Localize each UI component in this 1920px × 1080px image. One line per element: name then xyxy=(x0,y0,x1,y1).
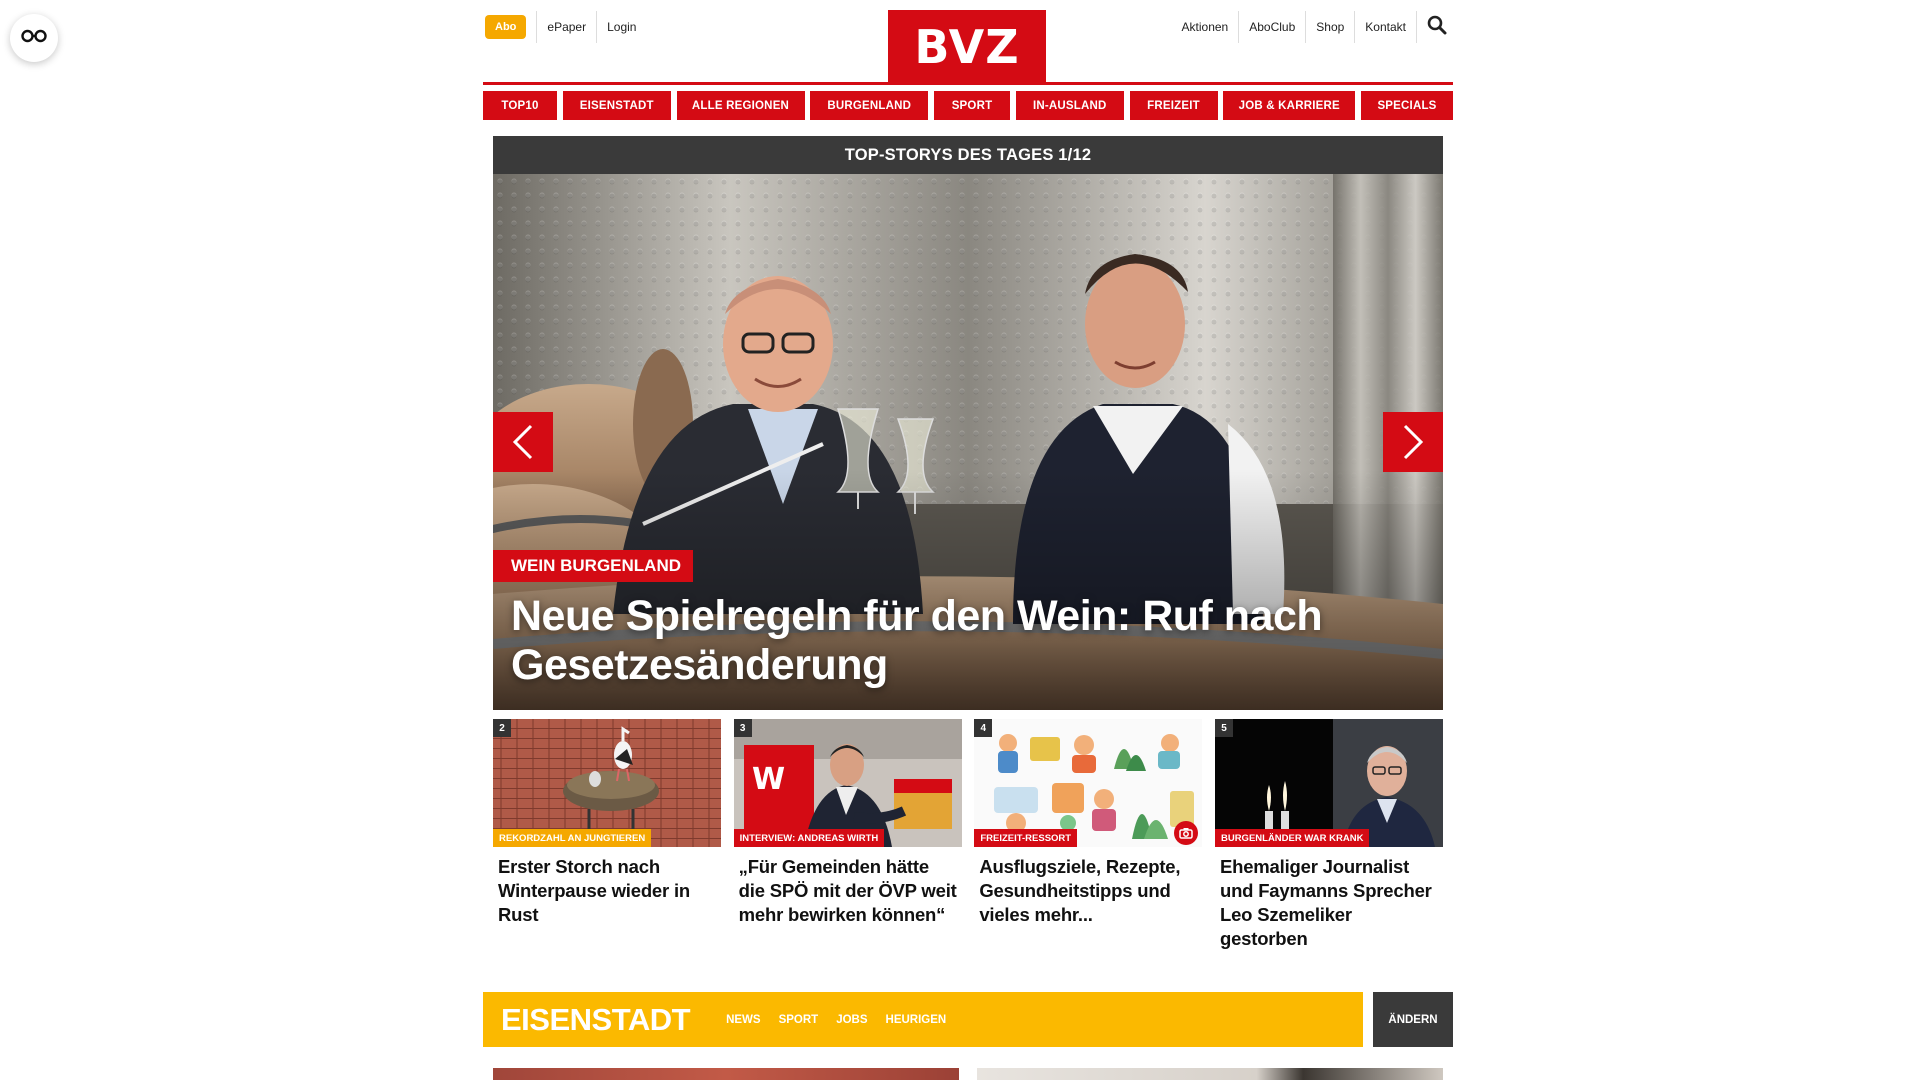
change-region-button[interactable]: ÄNDERN xyxy=(1373,992,1453,1047)
card-title[interactable]: Ehemaliger Journalist und Faymanns Sprec… xyxy=(1215,847,1443,951)
main-nav: TOP10 EISENSTADT ALLE REGIONEN BURGENLAN… xyxy=(483,91,1453,120)
chevron-right-icon xyxy=(1402,424,1424,460)
region-link-news[interactable]: NEWS xyxy=(726,1014,761,1026)
region-teaser-image[interactable] xyxy=(977,1068,1443,1080)
region-link-sport[interactable]: SPORT xyxy=(779,1014,819,1026)
slider-heading: TOP-STORYS DES TAGES 1/12 xyxy=(493,136,1443,174)
region-teaser-image[interactable] xyxy=(493,1068,959,1080)
card-number: 3 xyxy=(733,719,752,737)
header-divider xyxy=(483,82,1453,85)
card-number: 2 xyxy=(493,719,511,737)
card-kicker: INTERVIEW: ANDREAS WIRTH xyxy=(733,829,885,847)
story-card[interactable]: 2 REKORDZAHL AN JUNGTIEREN Erster Storch… xyxy=(493,719,721,951)
card-number: 4 xyxy=(974,719,993,737)
story-card[interactable]: W 3 INTERVIEW: ANDREAS WIRTH „Für Gemein… xyxy=(733,719,962,951)
slider-prev-button[interactable] xyxy=(493,412,553,472)
search-button[interactable] xyxy=(1421,11,1453,43)
region-link-heurigen[interactable]: HEURIGEN xyxy=(886,1014,947,1026)
accessibility-button[interactable] xyxy=(10,14,58,62)
abo-button[interactable]: Abo xyxy=(485,15,527,39)
search-icon xyxy=(1427,15,1447,40)
nav-top10[interactable]: TOP10 xyxy=(483,91,557,120)
card-title[interactable]: Ausflugsziele, Rezepte, Gesundheitstipps… xyxy=(974,847,1202,927)
page-container: Abo ePaper Login BVZ Aktionen AboClub Sh… xyxy=(483,0,1453,1080)
login-link[interactable]: Login xyxy=(596,11,646,43)
top-stories-slider: TOP-STORYS DES TAGES 1/12 WEIN BURGENLAN… xyxy=(493,136,1443,710)
epaper-link[interactable]: ePaper xyxy=(536,11,596,43)
nav-burgenland[interactable]: BURGENLAND xyxy=(810,91,929,120)
header-right-links: Aktionen AboClub Shop Kontakt xyxy=(1172,11,1453,43)
card-title[interactable]: Erster Storch nach Winterpause wieder in… xyxy=(493,847,721,927)
svg-text:W: W xyxy=(752,762,785,797)
nav-eisenstadt[interactable]: EISENSTADT xyxy=(562,91,671,120)
glasses-icon xyxy=(21,29,47,48)
header-left-links: Abo ePaper Login xyxy=(485,11,646,43)
site-header: Abo ePaper Login BVZ Aktionen AboClub Sh… xyxy=(483,0,1453,85)
card-thumbnail: W 3 INTERVIEW: ANDREAS WIRTH xyxy=(733,719,962,847)
card-thumbnail: 5 BURGENLÄNDER WAR KRANK xyxy=(1214,719,1443,847)
hero-kicker: WEIN BURGENLAND xyxy=(493,550,693,582)
aboclub-link[interactable]: AboClub xyxy=(1239,11,1307,43)
card-thumbnail: 4 FREIZEIT-RESSORT xyxy=(974,719,1203,847)
story-card[interactable]: 4 FREIZEIT-RESSORT Ausflugsziele, Rezept… xyxy=(974,719,1203,951)
chevron-left-icon xyxy=(512,424,534,460)
card-thumbnail: 2 REKORDZAHL AN JUNGTIEREN xyxy=(493,719,721,847)
nav-specials[interactable]: SPECIALS xyxy=(1361,91,1453,120)
slider-next-button[interactable] xyxy=(1383,412,1443,472)
card-kicker: BURGENLÄNDER WAR KRANK xyxy=(1214,829,1370,847)
nav-alle-regionen[interactable]: ALLE REGIONEN xyxy=(676,91,805,120)
card-title[interactable]: „Für Gemeinden hätte die SPÖ mit der ÖVP… xyxy=(734,847,962,927)
aktionen-link[interactable]: Aktionen xyxy=(1172,11,1240,43)
shop-link[interactable]: Shop xyxy=(1306,11,1356,43)
nav-job-karriere[interactable]: JOB & KARRIERE xyxy=(1223,91,1356,120)
kontakt-link[interactable]: Kontakt xyxy=(1355,11,1417,43)
story-cards: 2 REKORDZAHL AN JUNGTIEREN Erster Storch… xyxy=(493,719,1443,951)
nav-freizeit[interactable]: FREIZEIT xyxy=(1129,91,1218,120)
hero-story[interactable]: WEIN BURGENLAND Neue Spielregeln für den… xyxy=(493,174,1443,710)
hero-title[interactable]: Neue Spielregeln für den Wein: Ruf nach … xyxy=(511,592,1403,690)
nav-in-ausland[interactable]: IN-AUSLAND xyxy=(1015,91,1124,120)
card-kicker: FREIZEIT-RESSORT xyxy=(974,829,1078,847)
nav-sport[interactable]: SPORT xyxy=(934,91,1010,120)
card-number: 5 xyxy=(1214,719,1233,737)
region-link-jobs[interactable]: JOBS xyxy=(836,1014,867,1026)
region-section-bar: EISENSTADT NEWS SPORT JOBS HEURIGEN xyxy=(483,992,1363,1047)
card-kicker: REKORDZAHL AN JUNGTIEREN xyxy=(493,829,652,847)
region-title[interactable]: EISENSTADT xyxy=(483,1002,691,1038)
site-logo[interactable]: BVZ xyxy=(888,10,1046,84)
story-card[interactable]: 5 BURGENLÄNDER WAR KRANK Ehemaliger Jour… xyxy=(1214,719,1443,951)
region-teasers xyxy=(493,1068,1443,1080)
